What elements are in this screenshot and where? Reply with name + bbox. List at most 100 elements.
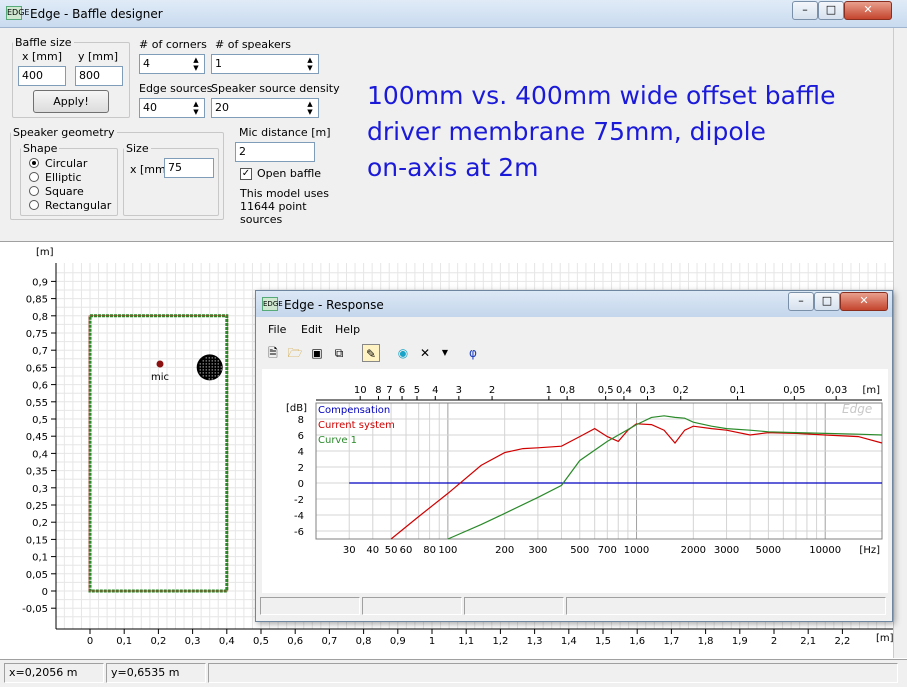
- response-top-tick-label: 4: [432, 385, 438, 396]
- response-top-tick-label: 1: [546, 385, 552, 396]
- speaker-point-source: [202, 366, 204, 368]
- response-menu-bar: File Edit Help: [256, 317, 892, 339]
- minimize-button[interactable]: –: [792, 1, 818, 20]
- speakers-spinner[interactable]: 1 ▲ ▼: [211, 54, 319, 74]
- mic-label: mic: [151, 372, 169, 383]
- spinner-arrows-icon[interactable]: ▲ ▼: [189, 56, 203, 72]
- edge-sources-spinner[interactable]: 40 ▲ ▼: [139, 98, 205, 118]
- menu-help[interactable]: Help: [335, 323, 360, 336]
- copy-icon[interactable]: ⧉: [330, 344, 348, 362]
- delete-x-icon[interactable]: ✕: [416, 344, 434, 362]
- speaker-point-source: [199, 363, 201, 365]
- baffle-x-tick-label: 1,2: [492, 636, 508, 647]
- baffle-x-input[interactable]: 400: [18, 66, 66, 86]
- response-top-tick-label: 10: [354, 385, 367, 396]
- open-baffle-label[interactable]: Open baffle: [257, 167, 321, 180]
- shape-elliptic-label[interactable]: Elliptic: [45, 171, 82, 184]
- speaker-point-source: [214, 372, 216, 374]
- spinner-arrows-icon[interactable]: ▲ ▼: [189, 100, 203, 116]
- response-maximize-button[interactable]: □: [814, 292, 840, 311]
- speaker-point-source: [220, 369, 222, 371]
- speaker-point-source: [211, 369, 213, 371]
- baffle-y-input[interactable]: 800: [75, 66, 123, 86]
- source-density-label: Speaker source density: [211, 82, 340, 95]
- speaker-point-source: [208, 363, 210, 365]
- speaker-point-source: [211, 360, 213, 362]
- response-status-cell-1: [260, 597, 360, 615]
- spinner-arrows-icon[interactable]: ▲ ▼: [303, 56, 317, 72]
- baffle-x-tick-label: 2,1: [800, 636, 816, 647]
- shape-elliptic-radio[interactable]: [29, 172, 39, 182]
- speaker-point-source: [211, 357, 213, 359]
- corners-spinner[interactable]: 4 ▲ ▼: [139, 54, 205, 74]
- shape-circular-radio[interactable]: [29, 158, 39, 168]
- response-x-tick-label: 300: [528, 545, 547, 556]
- control-panel: Baffle size x [mm] y [mm] 400 800 Apply!…: [0, 28, 893, 242]
- edge-sources-value: 40: [143, 101, 157, 114]
- close-button[interactable]: ✕: [844, 1, 892, 20]
- shape-circular-label[interactable]: Circular: [45, 157, 87, 170]
- spinner-arrows-icon[interactable]: ▲ ▼: [303, 100, 317, 116]
- response-chart[interactable]: 8 6 4 2 0 -2 -4 -6 [dB] 30 40 50 60 80 100 200 300 500 700…: [262, 369, 888, 593]
- shape-rectangular-radio[interactable]: [29, 200, 39, 210]
- response-top-tick-label: 0,2: [673, 385, 689, 396]
- response-x-tick-label: 40: [366, 545, 379, 556]
- size-x-input[interactable]: 75: [164, 158, 214, 178]
- speaker-driver[interactable]: [196, 354, 223, 381]
- baffle-y-tick-label: 0,85: [26, 295, 48, 306]
- apply-button[interactable]: Apply!: [33, 90, 109, 113]
- speaker-point-source: [211, 372, 213, 374]
- response-watermark: Edge: [842, 402, 872, 416]
- response-close-button[interactable]: ✕: [840, 292, 888, 311]
- speaker-point-source: [211, 378, 213, 380]
- globe-icon[interactable]: ◉: [394, 344, 412, 362]
- speaker-point-source: [214, 375, 216, 377]
- legend-entry: Compensation: [318, 405, 390, 416]
- phi-icon[interactable]: φ: [464, 344, 482, 362]
- speaker-point-source: [205, 366, 207, 368]
- response-top-tick-label: 0,03: [825, 385, 847, 396]
- response-window[interactable]: EDGE Edge - Response – □ ✕ File Edit Hel…: [255, 290, 893, 622]
- response-x-tick-label: 500: [570, 545, 589, 556]
- menu-edit[interactable]: Edit: [301, 323, 322, 336]
- response-title: Edge - Response: [284, 298, 384, 312]
- speaker-point-source: [199, 369, 201, 371]
- pencil-icon[interactable]: ✎: [362, 344, 380, 362]
- speaker-point-source: [211, 375, 213, 377]
- response-top-tick-label: 7: [386, 385, 392, 396]
- save-icon[interactable]: ▣: [308, 344, 326, 362]
- open-baffle-checkbox[interactable]: ✓: [240, 168, 252, 180]
- speaker-point-source: [214, 357, 216, 359]
- baffle-x-tick-label: 0,8: [356, 636, 372, 647]
- baffle-y-tick-label: 0,45: [26, 432, 48, 443]
- menu-file[interactable]: File: [268, 323, 286, 336]
- mic-marker-icon[interactable]: [156, 360, 164, 368]
- baffle-y-tick-label: 0,6: [32, 381, 48, 392]
- baffle-x-tick-label: 0,3: [185, 636, 201, 647]
- open-folder-icon[interactable]: 🗁: [286, 344, 304, 362]
- baffle-x-tick-label: 1,3: [527, 636, 543, 647]
- baffle-x-tick-label: 0,4: [219, 636, 235, 647]
- maximize-button[interactable]: □: [818, 1, 844, 20]
- vertical-scrollbar[interactable]: [893, 28, 907, 658]
- speaker-point-source: [214, 369, 216, 371]
- dropdown-arrow-icon[interactable]: ▼: [436, 344, 454, 362]
- shape-rectangular-label[interactable]: Rectangular: [45, 199, 111, 212]
- source-density-value: 20: [215, 101, 229, 114]
- baffle-x-tick-label: 0: [87, 636, 93, 647]
- shape-square-label[interactable]: Square: [45, 185, 84, 198]
- response-top-tick-label: 0,5: [598, 385, 614, 396]
- shape-square-radio[interactable]: [29, 186, 39, 196]
- response-minimize-button[interactable]: –: [788, 292, 814, 311]
- response-x-tick-label: 3000: [714, 545, 739, 556]
- new-file-icon[interactable]: 🗎: [264, 344, 282, 362]
- speaker-point-source: [202, 372, 204, 374]
- mic-distance-input[interactable]: 2: [235, 142, 315, 162]
- speaker-point-source: [205, 369, 207, 371]
- response-x-tick-label: 1000: [624, 545, 649, 556]
- response-status-cell-3: [464, 597, 564, 615]
- response-top-tick-label: 6: [399, 385, 405, 396]
- source-density-spinner[interactable]: 20 ▲ ▼: [211, 98, 319, 118]
- response-x-tick-label: 2000: [681, 545, 706, 556]
- response-status-cell-4: [566, 597, 886, 615]
